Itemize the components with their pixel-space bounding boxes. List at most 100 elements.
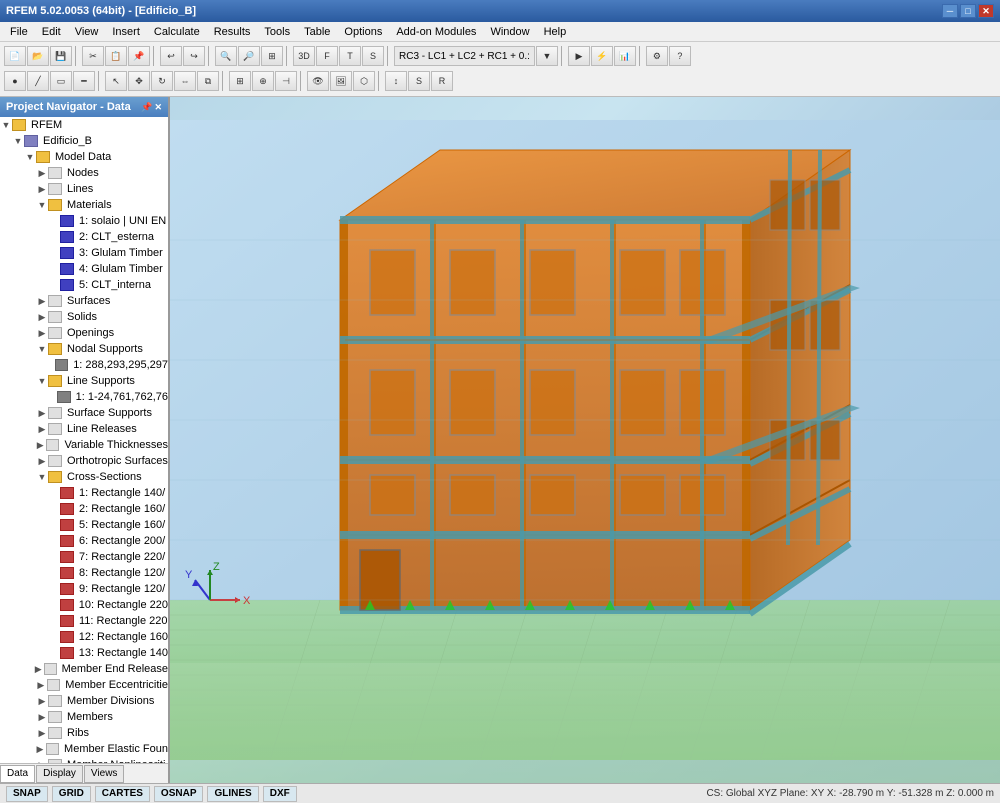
tree-item[interactable]: 2: CLT_esterna <box>0 229 168 245</box>
tree-expand-icon[interactable]: ▼ <box>36 344 48 354</box>
panel-pin-button[interactable]: 📌 <box>141 102 152 113</box>
tb2-copy[interactable]: ⧉ <box>197 71 219 91</box>
tree-item[interactable]: 7: Rectangle 220/ <box>0 549 168 565</box>
tb2-stress[interactable]: S <box>408 71 430 91</box>
tree-expand-icon[interactable]: ▶ <box>36 184 48 195</box>
tree-item[interactable]: ▼RFEM <box>0 117 168 133</box>
tb-front[interactable]: F <box>316 46 338 66</box>
tree-expand-icon[interactable]: ▶ <box>34 440 45 451</box>
tb2-display[interactable]: 👁 <box>307 71 329 91</box>
tree-expand-icon[interactable]: ▶ <box>36 456 48 467</box>
tb-open[interactable]: 📂 <box>27 46 49 66</box>
tree-item[interactable]: 12: Rectangle 160 <box>0 629 168 645</box>
tb-paste[interactable]: 📌 <box>128 46 150 66</box>
maximize-button[interactable]: □ <box>960 4 976 18</box>
tree-item[interactable]: 3: Glulam Timber <box>0 245 168 261</box>
tree-expand-icon[interactable]: ▶ <box>36 424 48 435</box>
tree-item[interactable]: 9: Rectangle 120/ <box>0 581 168 597</box>
tree-expand-icon[interactable]: ▶ <box>36 696 48 707</box>
tree-item[interactable]: 1: Rectangle 140/ <box>0 485 168 501</box>
tree-expand-icon[interactable]: ▼ <box>12 136 24 146</box>
tree-item[interactable]: 6: Rectangle 200/ <box>0 533 168 549</box>
tree-item[interactable]: 8: Rectangle 120/ <box>0 565 168 581</box>
menu-results[interactable]: Results <box>208 24 257 40</box>
tb2-render[interactable]: 🖼 <box>330 71 352 91</box>
tab-views[interactable]: Views <box>84 765 125 783</box>
tb-help[interactable]: ? <box>669 46 691 66</box>
tb-zoom-in[interactable]: 🔍 <box>215 46 237 66</box>
tb2-snap-node[interactable]: ⊕ <box>252 71 274 91</box>
tree-item[interactable]: ▼Nodal Supports <box>0 341 168 357</box>
tb-calculate[interactable]: ⚡ <box>591 46 613 66</box>
tb2-wire[interactable]: ⬡ <box>353 71 375 91</box>
tree-item[interactable]: ▼Model Data <box>0 149 168 165</box>
tree-expand-icon[interactable]: ▼ <box>0 120 12 130</box>
tree-expand-icon[interactable]: ▶ <box>34 744 45 755</box>
tree-item[interactable]: ▶Lines <box>0 181 168 197</box>
tree-expand-icon[interactable]: ▶ <box>36 312 48 323</box>
tree-expand-icon[interactable]: ▶ <box>36 712 48 723</box>
tree-item[interactable]: 4: Glulam Timber <box>0 261 168 277</box>
tree-item[interactable]: ▶Surface Supports <box>0 405 168 421</box>
menu-tools[interactable]: Tools <box>258 24 296 40</box>
tree-item[interactable]: ▶Member Divisions <box>0 693 168 709</box>
menu-calculate[interactable]: Calculate <box>148 24 206 40</box>
tree-item[interactable]: 13: Rectangle 140 <box>0 645 168 661</box>
tb2-deform[interactable]: ↕ <box>385 71 407 91</box>
grid-toggle[interactable]: GRID <box>52 786 91 802</box>
tree-item[interactable]: ▶Member Elastic Foun <box>0 741 168 757</box>
tree-item[interactable]: ▼Cross-Sections <box>0 469 168 485</box>
tree-expand-icon[interactable]: ▶ <box>35 680 47 691</box>
tree-item[interactable]: ▼Edificio_B <box>0 133 168 149</box>
menu-help[interactable]: Help <box>538 24 573 40</box>
tree-item[interactable]: 2: Rectangle 160/ <box>0 501 168 517</box>
tb-cut[interactable]: ✂ <box>82 46 104 66</box>
tb2-select[interactable]: ↖ <box>105 71 127 91</box>
menu-view[interactable]: View <box>69 24 105 40</box>
tb2-move[interactable]: ✥ <box>128 71 150 91</box>
tree-item[interactable]: 5: CLT_interna <box>0 277 168 293</box>
tb-zoom-all[interactable]: ⊞ <box>261 46 283 66</box>
menu-table[interactable]: Table <box>298 24 336 40</box>
tb-redo[interactable]: ↪ <box>183 46 205 66</box>
tb-top[interactable]: T <box>339 46 361 66</box>
tb-zoom-out[interactable]: 🔎 <box>238 46 260 66</box>
tree-expand-icon[interactable]: ▶ <box>36 408 48 419</box>
tb2-mirror[interactable]: ⇔ <box>174 71 196 91</box>
tree-item[interactable]: ▶Surfaces <box>0 293 168 309</box>
tb2-rotate[interactable]: ↻ <box>151 71 173 91</box>
dxf-toggle[interactable]: DXF <box>263 786 297 802</box>
tree-item[interactable]: 1: 288,293,295,297 <box>0 357 168 373</box>
tb-copy[interactable]: 📋 <box>105 46 127 66</box>
glines-toggle[interactable]: GLINES <box>207 786 258 802</box>
tree-item[interactable]: ▶Nodes <box>0 165 168 181</box>
tree-item[interactable]: ▶Solids <box>0 309 168 325</box>
cartes-toggle[interactable]: CARTES <box>95 786 150 802</box>
tree-item[interactable]: ▶Members <box>0 709 168 725</box>
viewport[interactable]: X Y Z <box>170 97 1000 783</box>
tree-expand-icon[interactable]: ▶ <box>33 664 44 675</box>
tree-item[interactable]: ▼Line Supports <box>0 373 168 389</box>
tree-item[interactable]: 11: Rectangle 220 <box>0 613 168 629</box>
tb-3d[interactable]: 3D <box>293 46 315 66</box>
tree-expand-icon[interactable]: ▼ <box>36 376 48 386</box>
tree-expand-icon[interactable]: ▶ <box>36 168 48 179</box>
tb2-surface[interactable]: ▭ <box>50 71 72 91</box>
panel-close-button[interactable]: ✕ <box>154 102 162 113</box>
tree-item[interactable]: ▶Member Eccentricitie <box>0 677 168 693</box>
tb2-reaction[interactable]: R <box>431 71 453 91</box>
tb-settings[interactable]: ⚙ <box>646 46 668 66</box>
tb2-member[interactable]: ━ <box>73 71 95 91</box>
tree-item[interactable]: ▼Materials <box>0 197 168 213</box>
tree-item[interactable]: ▶Ribs <box>0 725 168 741</box>
tb2-line[interactable]: ╱ <box>27 71 49 91</box>
snap-toggle[interactable]: SNAP <box>6 786 48 802</box>
menu-window[interactable]: Window <box>484 24 535 40</box>
tree-expand-icon[interactable]: ▼ <box>36 472 48 482</box>
tree-item[interactable]: ▶Orthotropic Surfaces <box>0 453 168 469</box>
tree-view[interactable]: ▼RFEM▼Edificio_B▼Model Data▶Nodes▶Lines▼… <box>0 117 168 763</box>
tree-item[interactable]: 1: solaio | UNI EN <box>0 213 168 229</box>
tab-data[interactable]: Data <box>0 765 35 783</box>
tree-item[interactable]: 10: Rectangle 220 <box>0 597 168 613</box>
tb-new[interactable]: 📄 <box>4 46 26 66</box>
